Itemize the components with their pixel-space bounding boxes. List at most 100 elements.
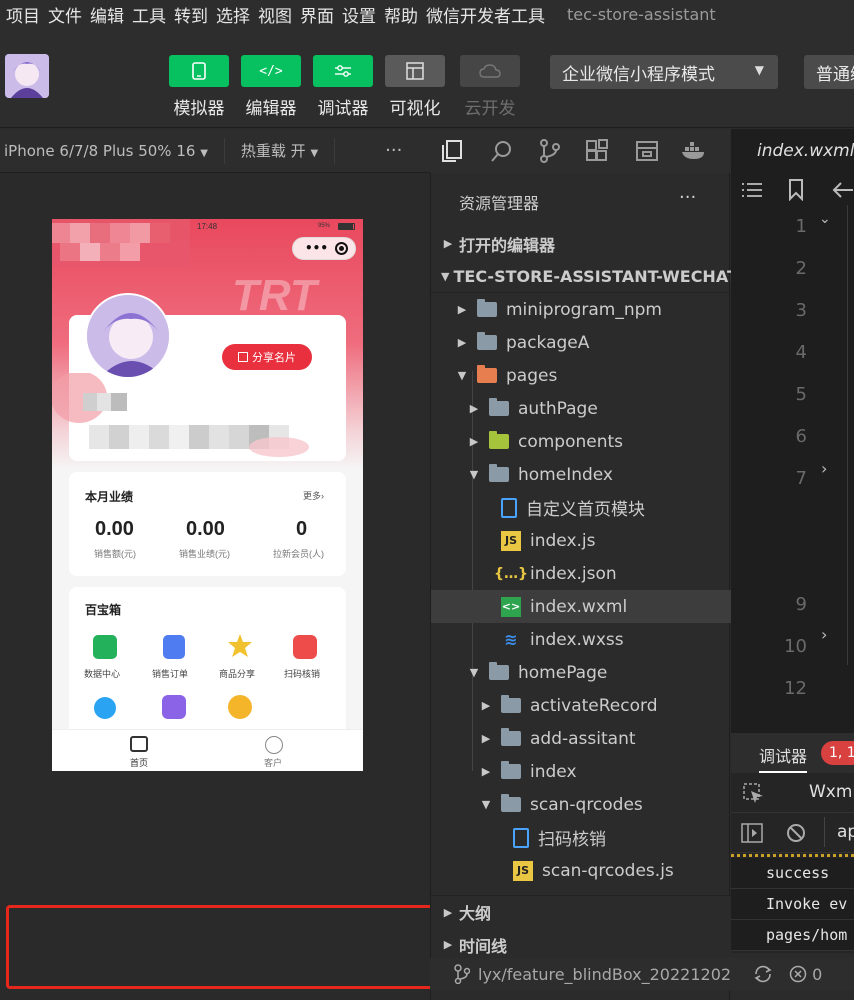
menu-item-devtools[interactable]: 微信开发者工具 <box>426 2 545 27</box>
profile-avatar[interactable] <box>85 293 171 379</box>
tab-customer[interactable]: 客户 <box>264 756 282 769</box>
wxml-panel-tab[interactable]: Wxml <box>809 782 854 802</box>
tree-item-packagea[interactable]: ▶ packageA <box>431 326 731 359</box>
menu-item-select[interactable]: 选择 <box>216 2 250 27</box>
app-title: tec-store-assistant <box>567 4 716 24</box>
section-open-editors[interactable]: ▶ 打开的编辑器 <box>431 227 731 260</box>
hot-reload-toggle[interactable]: 热重载 开 ▼ <box>241 140 318 161</box>
chevron-right-icon: ▶ <box>481 732 491 745</box>
bookmark-icon[interactable] <box>788 179 804 201</box>
js-file-icon: JS <box>501 530 521 551</box>
chevron-down-icon: ▼ <box>457 369 467 382</box>
tree-item-index-js[interactable]: JS index.js <box>431 524 731 557</box>
customer-tab-icon[interactable] <box>265 736 283 754</box>
profile-card: 分享名片 <box>52 293 346 461</box>
tree-item-add-assitant[interactable]: ▶ add-assitant <box>431 722 731 755</box>
section-project[interactable]: ▼ TEC-STORE-ASSISTANT-WECHAT <box>431 260 738 293</box>
arrow-left-icon[interactable] <box>831 181 853 199</box>
performance-more-link[interactable]: 更多› <box>303 489 324 502</box>
section-outline[interactable]: ▶ 大纲 <box>431 895 731 928</box>
fold-chevron-right-icon[interactable]: › <box>821 625 827 644</box>
data-center-icon[interactable] <box>93 635 117 659</box>
compile-target-select[interactable]: 普通编译 <box>804 55 854 89</box>
editor-tab-index-wxml[interactable]: index.wxml <box>731 129 854 173</box>
tool-label-scan-verify[interactable]: 扫码核销 <box>284 667 320 680</box>
home-tab-icon[interactable] <box>130 736 148 752</box>
inspect-cursor-icon[interactable] <box>743 783 765 805</box>
fold-chevron-right-icon[interactable]: › <box>821 459 827 478</box>
list-icon[interactable] <box>741 181 763 199</box>
tool-label-sales-order[interactable]: 销售订单 <box>152 667 188 680</box>
tree-item-scan-qrcodes-js[interactable]: JS scan-qrcodes.js <box>431 854 731 887</box>
user-avatar[interactable] <box>5 54 49 98</box>
editor-tab-label: index.wxml <box>757 141 854 161</box>
simulator-toggle-button[interactable] <box>169 55 229 87</box>
explorer-more-button[interactable]: ··· <box>679 187 696 208</box>
menu-item-goto[interactable]: 转到 <box>174 2 208 27</box>
menu-item-file[interactable]: 文件 <box>48 2 82 27</box>
files-icon[interactable] <box>440 139 464 163</box>
sidebar-toggle-icon[interactable] <box>741 823 763 843</box>
menu-item-edit[interactable]: 编辑 <box>90 2 124 27</box>
tree-item-pages[interactable]: ▼ pages <box>431 359 731 392</box>
source-control-icon[interactable] <box>538 139 562 163</box>
tree-item-activaterecord[interactable]: ▶ activateRecord <box>431 689 731 722</box>
docker-icon[interactable] <box>680 141 708 161</box>
capsule-more-icon[interactable]: ••• <box>305 241 328 255</box>
git-branch-name[interactable]: lyx/feature_blindBox_20221202 <box>478 965 731 984</box>
tree-item-homeindex[interactable]: ▼ homeIndex <box>431 458 731 491</box>
tree-item-index-wxml[interactable]: <> index.wxml <box>431 590 731 623</box>
calendar-icon[interactable] <box>162 695 186 719</box>
status-bar: lyx/feature_blindBox_20221202 0 <box>430 958 854 990</box>
tree-item-item-16[interactable]: 扫码核销 <box>431 821 731 854</box>
menu-item-help[interactable]: 帮助 <box>384 2 418 27</box>
star-icon[interactable] <box>227 633 253 659</box>
debugger-tab[interactable]: 调试器 <box>759 743 808 773</box>
sales-order-icon[interactable] <box>163 635 185 659</box>
tree-item-index-wxss[interactable]: ≋ index.wxss <box>431 623 731 656</box>
section-timeline[interactable]: ▶ 时间线 <box>431 928 731 961</box>
menu-item-project[interactable]: 项目 <box>6 2 40 27</box>
share-card-button[interactable]: 分享名片 <box>222 344 312 370</box>
fold-chevron-down-icon[interactable]: ⌄ <box>819 211 831 227</box>
capsule-close-icon[interactable] <box>335 242 348 255</box>
cloud-toggle-button[interactable] <box>460 55 520 87</box>
storage-icon[interactable] <box>635 139 659 163</box>
sync-icon[interactable] <box>753 965 773 983</box>
chat-icon[interactable] <box>228 695 252 719</box>
tool-icon-5[interactable] <box>94 697 116 719</box>
visual-toggle-button[interactable] <box>385 55 445 87</box>
tree-item-homepage[interactable]: ▼ homePage <box>431 656 731 689</box>
menu-item-view[interactable]: 视图 <box>258 2 292 27</box>
menu-item-settings[interactable]: 设置 <box>342 2 376 27</box>
console-context-select[interactable]: ap <box>837 822 854 842</box>
code-editor[interactable]: 1 2 3 4 5 6 7 9 10 12 ⌄ › › <box>731 173 854 733</box>
phone-screen[interactable]: 17:48 95% ••• TRT 分享名片 本月业绩 更多› 0.00 销售额… <box>52 219 363 771</box>
tree-item-item-6[interactable]: 自定义首页模块 <box>431 491 731 524</box>
tool-label-product-share[interactable]: 商品分享 <box>219 667 255 680</box>
capsule-menu[interactable]: ••• <box>292 237 356 260</box>
code-scrollbar[interactable] <box>847 205 854 665</box>
scan-verify-icon[interactable] <box>293 635 317 659</box>
tool-label-data-center[interactable]: 数据中心 <box>84 667 120 680</box>
device-select[interactable]: iPhone 6/7/8 Plus 50% 16 ▼ <box>4 142 208 160</box>
tree-item-authpage[interactable]: ▶ authPage <box>431 392 731 425</box>
error-icon[interactable] <box>789 965 807 983</box>
chevron-right-icon: ▶ <box>457 303 467 316</box>
tree-item-index[interactable]: ▶ index <box>431 755 731 788</box>
tree-item-components[interactable]: ▶ components <box>431 425 731 458</box>
tree-item-miniprogram-npm[interactable]: ▶ miniprogram_npm <box>431 293 731 326</box>
menu-item-tools[interactable]: 工具 <box>132 2 166 27</box>
editor-toggle-button[interactable]: </> <box>241 55 301 87</box>
cloud-icon <box>479 64 501 78</box>
tree-item-scan-qrcodes[interactable]: ▼ scan-qrcodes <box>431 788 731 821</box>
simulator-more-button[interactable]: ··· <box>385 140 402 161</box>
search-icon[interactable] <box>490 139 514 163</box>
extensions-icon[interactable] <box>585 139 609 163</box>
debugger-toggle-button[interactable] <box>313 55 373 87</box>
compile-mode-select[interactable]: 企业微信小程序模式 ▼ <box>550 55 778 89</box>
clear-console-icon[interactable] <box>786 823 806 843</box>
tab-home[interactable]: 首页 <box>130 756 148 769</box>
menu-item-interface[interactable]: 界面 <box>300 2 334 27</box>
tree-item-index-json[interactable]: {…} index.json <box>431 557 731 590</box>
